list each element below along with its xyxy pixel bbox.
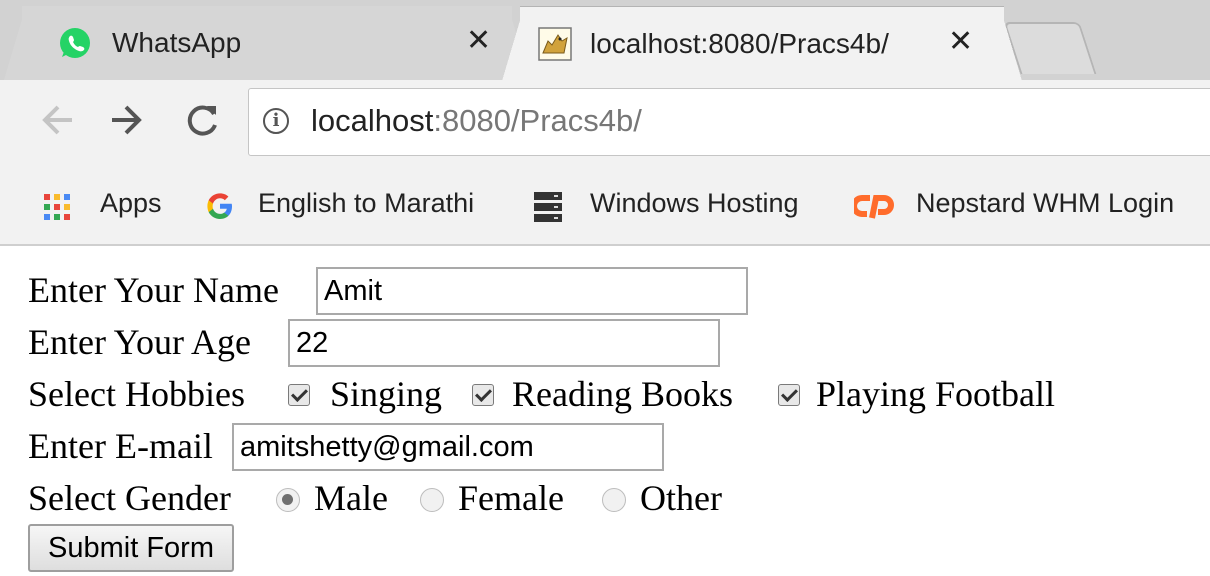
bookmark-apps[interactable]: Apps bbox=[100, 188, 162, 219]
submit-form-button[interactable]: Submit Form bbox=[28, 524, 234, 572]
tab-title: WhatsApp bbox=[112, 27, 242, 58]
age-label: Enter Your Age bbox=[28, 322, 251, 362]
playing-football-checkbox[interactable] bbox=[778, 384, 800, 406]
email-label: Enter E-mail bbox=[28, 426, 213, 466]
url-text: localhost:8080/Pracs4b/ bbox=[311, 103, 642, 139]
url-host: localhost bbox=[311, 103, 434, 138]
reload-icon[interactable] bbox=[182, 98, 222, 153]
female-radio[interactable] bbox=[420, 488, 444, 512]
submit-row: Submit Form bbox=[28, 524, 1198, 576]
forward-arrow-icon[interactable] bbox=[108, 98, 144, 153]
other-label: Other bbox=[640, 478, 722, 518]
other-radio[interactable] bbox=[602, 488, 626, 512]
age-row: Enter Your Age 22 bbox=[28, 316, 1198, 368]
playing-football-label: Playing Football bbox=[816, 374, 1056, 414]
email-row: Enter E-mail amitshetty@gmail.com bbox=[28, 420, 1198, 472]
email-input[interactable]: amitshetty@gmail.com bbox=[232, 423, 664, 471]
tab-localhost[interactable]: localhost:8080/Pracs4b/ ✕ bbox=[502, 6, 1022, 81]
gender-row: Select Gender Male Female Other bbox=[28, 472, 1198, 524]
reading-books-checkbox[interactable] bbox=[472, 384, 494, 406]
close-icon[interactable]: ✕ bbox=[948, 27, 973, 57]
tab-title: localhost:8080/Pracs4b/ bbox=[590, 28, 889, 59]
tab-strip: WhatsApp ✕ localhost:8080/Pracs4b/ ✕ bbox=[0, 0, 1210, 81]
name-label: Enter Your Name bbox=[28, 270, 279, 310]
close-icon[interactable]: ✕ bbox=[466, 26, 491, 56]
apps-grid-icon bbox=[44, 194, 70, 225]
tab-whatsapp[interactable]: WhatsApp ✕ bbox=[4, 6, 530, 80]
male-radio[interactable] bbox=[276, 488, 300, 512]
whatsapp-icon bbox=[58, 26, 92, 65]
singing-label: Singing bbox=[330, 374, 443, 414]
bookmark-english-to-marathi[interactable]: English to Marathi bbox=[258, 188, 474, 219]
male-label: Male bbox=[314, 478, 388, 518]
back-arrow-icon[interactable] bbox=[40, 98, 76, 153]
female-label: Female bbox=[458, 478, 564, 518]
bookmarks-bar: Apps English to Marathi Windows Hosting … bbox=[0, 166, 1210, 246]
address-bar[interactable]: i localhost:8080/Pracs4b/ bbox=[248, 88, 1210, 156]
form: Enter Your Name Amit Enter Your Age 22 S… bbox=[28, 264, 1198, 576]
cpanel-icon bbox=[851, 194, 894, 225]
singing-checkbox[interactable] bbox=[288, 384, 310, 406]
age-input[interactable]: 22 bbox=[288, 319, 720, 367]
name-row: Enter Your Name Amit bbox=[28, 264, 1198, 316]
url-path: :8080/Pracs4b/ bbox=[433, 103, 642, 138]
toolbar: i localhost:8080/Pracs4b/ bbox=[0, 80, 1210, 166]
bookmark-windows-hosting[interactable]: Windows Hosting bbox=[590, 188, 799, 219]
gender-label: Select Gender bbox=[28, 478, 231, 518]
name-input[interactable]: Amit bbox=[316, 267, 748, 315]
bookmark-nepstard-whm-login[interactable]: Nepstard WHM Login bbox=[916, 188, 1174, 219]
reading-books-label: Reading Books bbox=[512, 374, 733, 414]
info-icon[interactable]: i bbox=[263, 108, 289, 134]
google-icon bbox=[204, 190, 236, 227]
server-icon bbox=[534, 192, 562, 227]
hobbies-row: Select Hobbies Singing Reading Books Pla… bbox=[28, 368, 1198, 420]
hobbies-label: Select Hobbies bbox=[28, 374, 245, 414]
tomcat-icon bbox=[538, 27, 572, 66]
